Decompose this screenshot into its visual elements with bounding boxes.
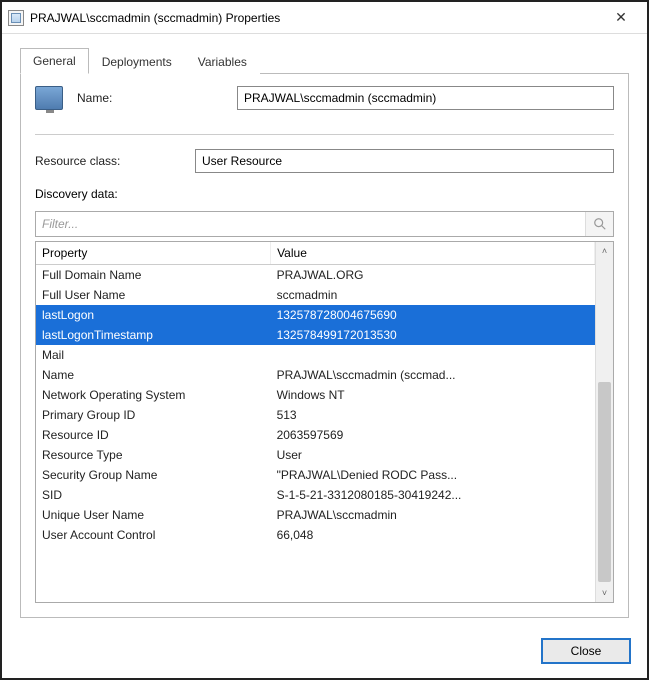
table-row[interactable]: User Account Control66,048 [36, 525, 595, 545]
table-row[interactable]: NamePRAJWAL\sccmadmin (sccmad... [36, 365, 595, 385]
resource-class-row: Resource class: User Resource [35, 149, 614, 173]
grid-body: Property Value Full Domain NamePRAJWAL.O… [36, 242, 595, 602]
app-icon [8, 10, 24, 26]
value-cell: Windows NT [271, 385, 595, 405]
property-cell: Full User Name [36, 285, 271, 305]
tab-strip: General Deployments Variables [20, 48, 629, 74]
filter-wrap [35, 211, 614, 237]
table-row[interactable]: Resource ID2063597569 [36, 425, 595, 445]
property-cell: SID [36, 485, 271, 505]
value-cell [271, 345, 595, 365]
filter-input[interactable] [36, 212, 585, 236]
value-cell: 66,048 [271, 525, 595, 545]
monitor-icon [35, 86, 63, 110]
property-cell: Security Group Name [36, 465, 271, 485]
value-cell: 2063597569 [271, 425, 595, 445]
property-cell: Resource ID [36, 425, 271, 445]
tab-variables[interactable]: Variables [185, 49, 260, 74]
close-button[interactable]: Close [541, 638, 631, 664]
name-value-box: PRAJWAL\sccmadmin (sccmadmin) [237, 86, 614, 110]
col-property[interactable]: Property [36, 242, 271, 265]
table-row[interactable]: Full User Namesccmadmin [36, 285, 595, 305]
content-area: General Deployments Variables Name: PRAJ… [2, 34, 647, 628]
value-cell: PRAJWAL.ORG [271, 265, 595, 286]
scroll-down-icon[interactable]: ˅ [596, 584, 613, 602]
table-row[interactable]: Full Domain NamePRAJWAL.ORG [36, 265, 595, 286]
name-value: PRAJWAL\sccmadmin (sccmadmin) [244, 91, 436, 105]
name-label: Name: [77, 91, 227, 105]
scroll-thumb[interactable] [598, 382, 611, 582]
col-value[interactable]: Value [271, 242, 595, 265]
tab-panel-general: Name: PRAJWAL\sccmadmin (sccmadmin) Reso… [20, 73, 629, 618]
property-cell: Unique User Name [36, 505, 271, 525]
table-row[interactable]: SIDS-1-5-21-3312080185-30419242... [36, 485, 595, 505]
table-row[interactable]: lastLogonTimestamp132578499172013530 [36, 325, 595, 345]
close-icon[interactable]: ✕ [601, 4, 641, 32]
name-row: Name: PRAJWAL\sccmadmin (sccmadmin) [35, 86, 614, 110]
resource-class-value: User Resource [202, 154, 282, 168]
value-cell: S-1-5-21-3312080185-30419242... [271, 485, 595, 505]
table-row[interactable]: Network Operating SystemWindows NT [36, 385, 595, 405]
value-cell: 132578728004675690 [271, 305, 595, 325]
property-cell: Primary Group ID [36, 405, 271, 425]
discovery-label: Discovery data: [35, 187, 614, 201]
resource-class-label: Resource class: [35, 154, 185, 168]
value-cell: User [271, 445, 595, 465]
dialog-footer: Close [2, 628, 647, 678]
properties-dialog: PRAJWAL\sccmadmin (sccmadmin) Properties… [0, 0, 649, 680]
search-icon[interactable] [585, 212, 613, 236]
titlebar: PRAJWAL\sccmadmin (sccmadmin) Properties… [2, 2, 647, 34]
value-cell: 132578499172013530 [271, 325, 595, 345]
value-cell: 513 [271, 405, 595, 425]
table-row[interactable]: Security Group Name"PRAJWAL\Denied RODC … [36, 465, 595, 485]
tab-general[interactable]: General [20, 48, 89, 74]
table-row[interactable]: lastLogon132578728004675690 [36, 305, 595, 325]
value-cell: PRAJWAL\sccmadmin [271, 505, 595, 525]
value-cell: PRAJWAL\sccmadmin (sccmad... [271, 365, 595, 385]
property-cell: Name [36, 365, 271, 385]
vertical-scrollbar[interactable]: ˄ ˅ [595, 242, 613, 602]
table-row[interactable]: Mail [36, 345, 595, 365]
value-cell: "PRAJWAL\Denied RODC Pass... [271, 465, 595, 485]
property-table: Property Value Full Domain NamePRAJWAL.O… [36, 242, 595, 545]
table-row[interactable]: Unique User NamePRAJWAL\sccmadmin [36, 505, 595, 525]
window-title: PRAJWAL\sccmadmin (sccmadmin) Properties [30, 11, 601, 25]
property-cell: User Account Control [36, 525, 271, 545]
divider [35, 134, 614, 135]
table-row[interactable]: Resource TypeUser [36, 445, 595, 465]
table-row[interactable]: Primary Group ID513 [36, 405, 595, 425]
property-cell: lastLogonTimestamp [36, 325, 271, 345]
scroll-up-icon[interactable]: ˄ [596, 242, 613, 260]
property-cell: Mail [36, 345, 271, 365]
property-cell: lastLogon [36, 305, 271, 325]
property-cell: Full Domain Name [36, 265, 271, 286]
value-cell: sccmadmin [271, 285, 595, 305]
discovery-grid: Property Value Full Domain NamePRAJWAL.O… [35, 241, 614, 603]
property-cell: Network Operating System [36, 385, 271, 405]
resource-class-value-box: User Resource [195, 149, 614, 173]
property-cell: Resource Type [36, 445, 271, 465]
tab-deployments[interactable]: Deployments [89, 49, 185, 74]
